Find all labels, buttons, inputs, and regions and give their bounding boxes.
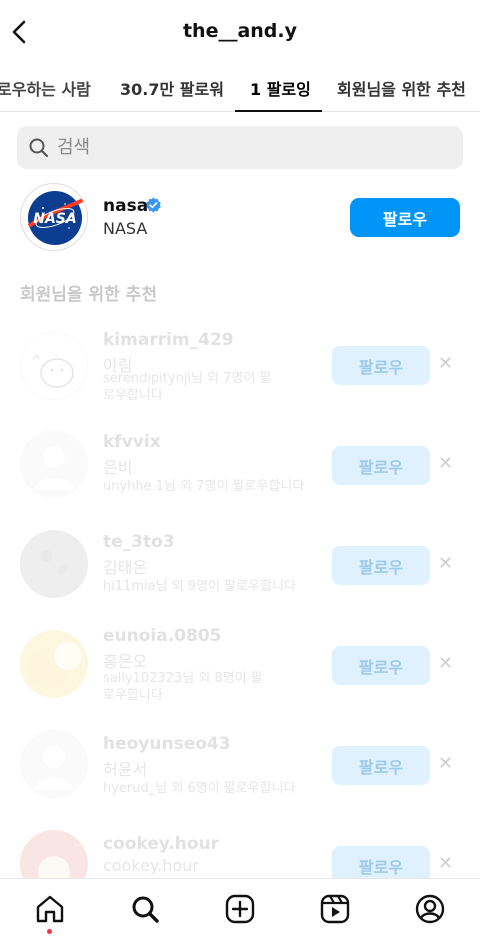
mutual-followers-text: unyhhe.1님 외 7명이 팔로우합니다	[103, 479, 305, 494]
close-icon[interactable]: ✕	[438, 353, 453, 374]
suggestion-row[interactable]: cookey.hour cookey.hour 팔로우 ✕	[0, 826, 480, 878]
username[interactable]: kfvvix	[103, 432, 161, 452]
moon-avatar-icon	[20, 530, 88, 598]
photo-avatar-icon	[20, 830, 88, 878]
search-bar[interactable]	[17, 126, 463, 169]
mutual-followers-text: sally102323님 외 8명이 팔로우합니다	[103, 671, 263, 703]
username[interactable]: kimarrim_429	[103, 330, 234, 350]
suggestion-row[interactable]: heoyunseo43 허윤서 hyerud_님 외 6명이 팔로우합니다 팔로…	[0, 726, 480, 806]
avatar[interactable]	[20, 830, 88, 878]
notification-dot	[47, 929, 52, 934]
home-icon	[36, 895, 64, 923]
tab-followers[interactable]: 30.7만 팔로워	[120, 76, 224, 100]
bottom-navigation	[0, 878, 480, 950]
search-icon	[28, 137, 50, 163]
fruit-avatar-icon	[28, 642, 82, 688]
suggestion-row[interactable]: kimarrim_429 아림 serendipitynji님 외 7명이 팔로…	[0, 326, 480, 406]
reels-icon	[320, 894, 350, 924]
tab-suggested[interactable]: 회원님을 위한 추천	[337, 76, 466, 100]
close-icon[interactable]: ✕	[438, 553, 453, 574]
active-tab-indicator	[235, 110, 322, 112]
full-name: cookey.hour	[103, 856, 199, 875]
nav-home[interactable]	[34, 893, 66, 925]
mutual-followers-text: serendipitynji님 외 7명이 팔로우합니다	[103, 371, 272, 403]
suggestion-row[interactable]: te_3to3 김태은 hi11mia님 외 9명이 팔로우합니다 팔로우 ✕	[0, 526, 480, 606]
search-input[interactable]	[57, 126, 447, 169]
mutual-followers-text: hi11mia님 외 9명이 팔로우합니다	[103, 579, 296, 594]
default-avatar-icon	[34, 446, 74, 490]
create-icon	[225, 894, 255, 924]
nasa-logo: NASA	[27, 191, 84, 245]
avatar[interactable]	[20, 730, 88, 798]
full-name: 홍은오	[103, 652, 148, 671]
nav-search[interactable]	[129, 893, 161, 925]
verified-badge-icon	[145, 197, 162, 218]
search-icon	[132, 896, 159, 923]
username[interactable]: nasa	[103, 196, 148, 216]
username[interactable]: heoyunseo43	[103, 734, 231, 754]
full-name: 허윤서	[103, 760, 148, 779]
nav-create[interactable]	[224, 893, 256, 925]
username[interactable]: cookey.hour	[103, 834, 219, 854]
page-title: the__and.y	[182, 20, 298, 42]
follow-button[interactable]: 팔로우	[332, 346, 430, 385]
avatar[interactable]	[20, 630, 88, 698]
profile-icon	[415, 894, 445, 924]
follow-button[interactable]: 팔로우	[332, 446, 430, 485]
follow-button[interactable]: 팔로우	[332, 746, 430, 785]
full-name: 은비	[103, 458, 133, 477]
username[interactable]: eunoia.0805	[103, 626, 222, 646]
suggestion-row[interactable]: eunoia.0805 홍은오 sally102323님 외 8명이 팔로우합니…	[0, 626, 480, 706]
tab-followers-you-know[interactable]: 로우하는 사람	[0, 76, 91, 100]
close-icon[interactable]: ✕	[438, 853, 453, 874]
close-icon[interactable]: ✕	[438, 753, 453, 774]
cartoon-avatar-icon	[32, 353, 74, 388]
tab-bar: 로우하는 사람 30.7만 팔로워 1 팔로잉 회원님을 위한 추천	[0, 64, 480, 112]
full-name: 김태은	[103, 558, 148, 577]
username[interactable]: te_3to3	[103, 532, 175, 552]
mutual-followers-text: hyerud_님 외 6명이 팔로우합니다	[103, 781, 296, 796]
full-name: NASA	[103, 219, 148, 238]
nav-reels[interactable]	[319, 893, 351, 925]
tab-following[interactable]: 1 팔로잉	[250, 76, 311, 100]
avatar[interactable]: NASA	[20, 183, 88, 251]
avatar[interactable]	[20, 332, 88, 400]
close-icon[interactable]: ✕	[438, 653, 453, 674]
following-row[interactable]: NASA nasa NASA 팔로우	[0, 183, 480, 263]
follow-button[interactable]: 팔로우	[332, 546, 430, 585]
default-avatar-icon	[34, 746, 74, 790]
avatar[interactable]	[20, 430, 88, 498]
close-icon[interactable]: ✕	[438, 453, 453, 474]
section-title: 회원님을 위한 추천	[20, 285, 157, 305]
follow-button[interactable]: 팔로우	[350, 198, 460, 237]
avatar[interactable]	[20, 530, 88, 598]
header: the__and.y	[0, 0, 480, 64]
follow-button[interactable]: 팔로우	[332, 646, 430, 685]
follow-button[interactable]: 팔로우	[332, 846, 430, 878]
nav-profile[interactable]	[414, 893, 446, 925]
suggestion-row[interactable]: kfvvix 은비 unyhhe.1님 외 7명이 팔로우합니다 팔로우 ✕	[0, 426, 480, 506]
